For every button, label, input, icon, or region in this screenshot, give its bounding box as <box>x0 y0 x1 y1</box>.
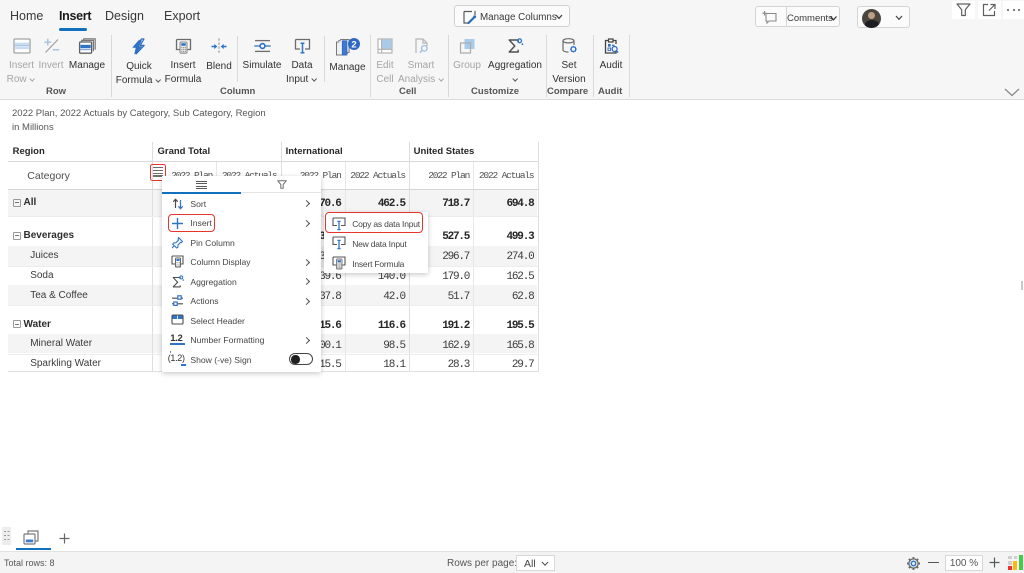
svg-text:2: 2 <box>351 39 356 50</box>
